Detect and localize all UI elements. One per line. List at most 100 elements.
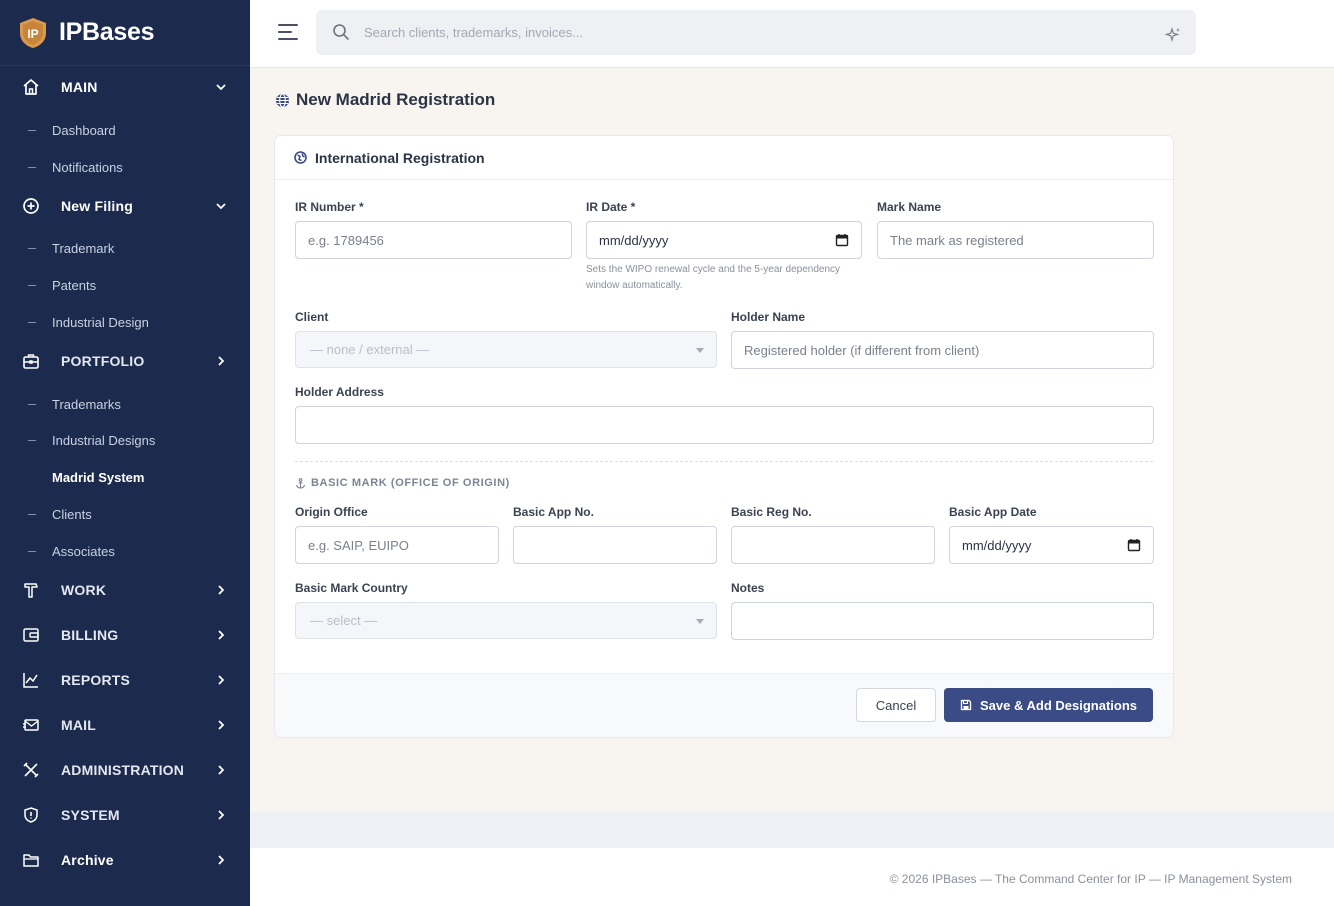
sidebar-item-dashboard[interactable]: Dashboard xyxy=(0,115,250,145)
search-icon xyxy=(332,23,350,41)
sidebar-section-label: Archive xyxy=(61,852,114,868)
ir-date-label: IR Date * xyxy=(586,200,636,214)
mark-name-label: Mark Name xyxy=(877,200,942,214)
dash-icon xyxy=(28,513,36,515)
dash-icon xyxy=(28,129,36,131)
dash-icon xyxy=(28,247,36,249)
sidebar-section-reports[interactable]: REPORTS xyxy=(0,660,250,700)
client-select-value: — none / external — xyxy=(310,342,430,357)
dash-icon xyxy=(28,284,36,286)
ir-number-label: IR Number * xyxy=(295,200,364,214)
holder-address-input[interactable] xyxy=(295,406,1154,444)
sidebar-item-label: Trademarks xyxy=(52,396,121,412)
section-divider xyxy=(295,461,1153,462)
sidebar-section-billing[interactable]: BILLING xyxy=(0,615,250,655)
sidebar-section-portfolio[interactable]: PORTFOLIO xyxy=(0,341,250,381)
sidebar-item-label: Patents xyxy=(52,277,97,293)
sidebar-section-archive[interactable]: Archive xyxy=(0,840,250,880)
sidebar-section-label: PORTFOLIO xyxy=(61,353,145,369)
sidebar-section-new-filing[interactable]: New Filing xyxy=(0,186,250,226)
sidebar-section-system[interactable]: SYSTEM xyxy=(0,795,250,835)
sidebar-item-label: Madrid System xyxy=(52,469,145,485)
wallet-icon xyxy=(22,626,40,644)
save-add-designations-button[interactable]: Save & Add Designations xyxy=(944,688,1153,722)
origin-office-label: Origin Office xyxy=(295,505,368,519)
notes-input[interactable] xyxy=(731,602,1154,640)
holder-name-input[interactable] xyxy=(731,331,1154,369)
client-select[interactable]: — none / external — xyxy=(295,331,717,368)
sidebar-item-clients[interactable]: Clients xyxy=(0,499,250,529)
sidebar-item-industrial-designs[interactable]: Industrial Designs xyxy=(0,425,250,455)
cancel-button[interactable]: Cancel xyxy=(856,688,936,722)
ai-sparkle-icon[interactable] xyxy=(1164,26,1182,44)
calendar-icon[interactable] xyxy=(835,233,849,247)
sidebar-section-administration[interactable]: ADMINISTRATION xyxy=(0,750,250,790)
save-button-label: Save & Add Designations xyxy=(980,697,1137,713)
sidebar-item-label: Trademark xyxy=(52,240,115,256)
holder-address-label: Holder Address xyxy=(295,385,384,399)
sidebar: IP IPBases MAIN Dashboard Notifications … xyxy=(0,0,250,906)
origin-office-input[interactable] xyxy=(295,526,499,564)
sidebar-item-patents[interactable]: Patents xyxy=(0,270,250,300)
notes-label: Notes xyxy=(731,581,765,595)
card-footer: Cancel Save & Add Designations xyxy=(275,673,1173,737)
sidebar-section-label: New Filing xyxy=(61,198,133,214)
sidebar-item-associates[interactable]: Associates xyxy=(0,536,250,566)
mail-icon xyxy=(22,716,40,734)
basic-app-date-input[interactable]: mm/dd/yyyy xyxy=(949,526,1154,564)
chevron-right-icon xyxy=(214,718,228,732)
save-icon xyxy=(960,699,972,711)
dash-icon xyxy=(28,477,36,478)
sidebar-section-main[interactable]: MAIN xyxy=(0,67,250,107)
sidebar-item-trademark[interactable]: Trademark xyxy=(0,233,250,263)
menu-toggle-icon[interactable] xyxy=(278,24,300,42)
sidebar-section-mail[interactable]: MAIL xyxy=(0,705,250,745)
sidebar-item-label: Industrial Designs xyxy=(52,432,156,448)
folder-icon xyxy=(22,851,40,869)
basic-app-date-value: mm/dd/yyyy xyxy=(962,537,1032,553)
sidebar-item-trademarks[interactable]: Trademarks xyxy=(0,389,250,419)
sidebar-item-madrid-system[interactable]: Madrid System xyxy=(0,462,250,492)
chart-line-icon xyxy=(22,671,40,689)
sidebar-section-work[interactable]: WORK xyxy=(0,570,250,610)
client-label: Client xyxy=(295,310,329,324)
basic-reg-no-input[interactable] xyxy=(731,526,935,564)
dash-icon xyxy=(28,439,36,441)
ir-number-input[interactable] xyxy=(295,221,572,259)
sidebar-section-label: ADMINISTRATION xyxy=(61,762,185,778)
caret-down-icon xyxy=(696,348,704,353)
ir-date-hint: Sets the WIPO renewal cycle and the 5-ye… xyxy=(586,264,841,291)
basic-mark-country-label: Basic Mark Country xyxy=(295,581,408,595)
search-input[interactable] xyxy=(364,10,1144,55)
chevron-right-icon xyxy=(214,673,228,687)
dash-icon xyxy=(28,321,36,323)
sidebar-section-label: MAIL xyxy=(61,717,97,733)
brand[interactable]: IP IPBases xyxy=(0,0,250,66)
dash-icon xyxy=(28,166,36,168)
basic-mark-section-heading: BASIC MARK (OFFICE OF ORIGIN) xyxy=(295,477,510,489)
sidebar-item-label: Dashboard xyxy=(52,122,116,138)
sidebar-item-label: Notifications xyxy=(52,159,123,175)
chevron-right-icon xyxy=(214,354,228,368)
ir-date-input[interactable]: mm/dd/yyyy xyxy=(586,221,862,259)
basic-app-no-input[interactable] xyxy=(513,526,717,564)
sidebar-item-industrial-design[interactable]: Industrial Design xyxy=(0,307,250,337)
basic-mark-country-select[interactable]: — select — xyxy=(295,602,717,639)
sidebar-section-label: REPORTS xyxy=(61,672,131,688)
sidebar-item-notifications[interactable]: Notifications xyxy=(0,152,250,182)
chevron-right-icon xyxy=(214,808,228,822)
calendar-icon[interactable] xyxy=(1127,538,1141,552)
chevron-right-icon xyxy=(214,763,228,777)
chevron-down-icon xyxy=(214,80,228,94)
chevron-right-icon xyxy=(214,583,228,597)
page-footer: © 2026 IPBases — The Command Center for … xyxy=(250,848,1334,906)
hammer-icon xyxy=(22,581,40,599)
globe-icon xyxy=(275,92,290,108)
dash-icon xyxy=(28,550,36,552)
topbar xyxy=(250,0,1334,68)
ir-date-value: mm/dd/yyyy xyxy=(599,232,669,248)
mark-name-input[interactable] xyxy=(877,221,1154,259)
search-bar xyxy=(316,10,1196,55)
sidebar-section-label: MAIN xyxy=(61,79,98,95)
footer-copyright: © 2026 IPBases — The Command Center for … xyxy=(889,872,1292,886)
